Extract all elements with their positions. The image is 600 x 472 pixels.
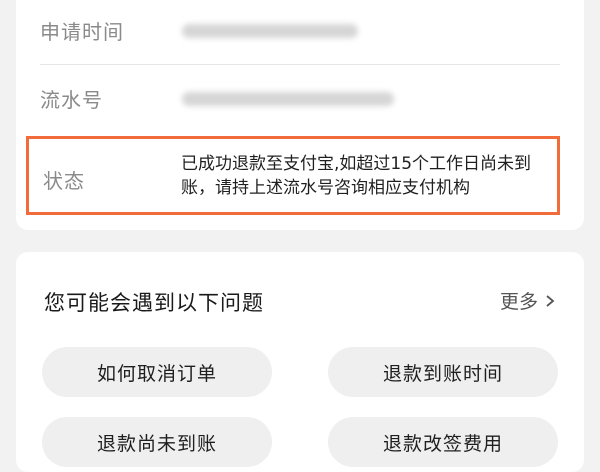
faq-refund-arrival-time-button[interactable]: 退款到账时间 — [328, 347, 558, 397]
more-link[interactable]: 更多 — [500, 287, 558, 314]
more-label: 更多 — [499, 291, 538, 313]
serial-number-row: 流水号 — [16, 66, 584, 128]
serial-number-label: 流水号 — [40, 88, 103, 112]
apply-time-label: 申请时间 — [40, 20, 124, 44]
apply-time-value-redacted — [182, 24, 358, 38]
faq-refund-not-received-button[interactable]: 退款尚未到账 — [42, 417, 272, 467]
faq-card: 您可能会遇到以下问题 更多 如何取消订单 退款到账时间 退款尚未到账 退款改签费… — [16, 252, 584, 472]
order-detail-card: 申请时间 流水号 状态 已成功退款至支付宝,如超过15个工作日尚未到账，请持上述… — [16, 0, 584, 230]
divider — [40, 64, 560, 65]
serial-number-value-redacted — [182, 92, 394, 106]
faq-cancel-order-button[interactable]: 如何取消订单 — [42, 347, 272, 397]
apply-time-row: 申请时间 — [16, 0, 584, 62]
status-label: 状态 — [43, 169, 85, 193]
status-text: 已成功退款至支付宝,如超过15个工作日尚未到账，请持上述流水号咨询相应支付机构 — [181, 154, 532, 198]
status-highlight-box: 状态 已成功退款至支付宝,如超过15个工作日尚未到账，请持上述流水号咨询相应支付… — [26, 136, 560, 215]
faq-title: 您可能会遇到以下问题 — [44, 291, 264, 315]
faq-refund-change-fee-button[interactable]: 退款改签费用 — [328, 417, 558, 467]
chevron-right-icon — [546, 294, 555, 307]
